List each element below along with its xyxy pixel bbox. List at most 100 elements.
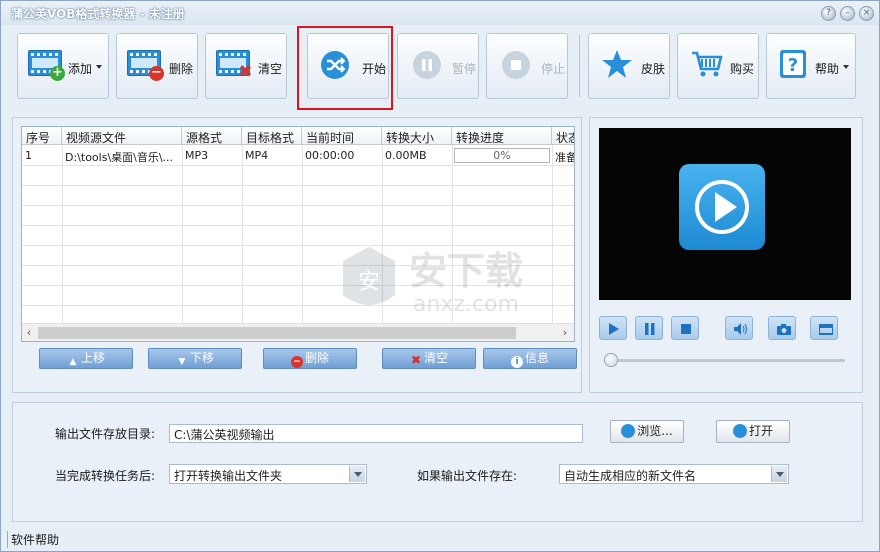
file-exists-select[interactable]: 自动生成相应的新文件名 (559, 464, 789, 484)
plus-icon: + (50, 66, 65, 81)
help-window-button[interactable]: ? (821, 6, 836, 21)
arrow-down-icon: ▼ (178, 357, 186, 367)
cell-dst-format: MP4 (245, 149, 269, 162)
list-clear-button[interactable]: ✖ 清空 (382, 348, 476, 369)
clear-label: 清空 (258, 62, 283, 76)
big-play-icon[interactable] (679, 164, 765, 250)
chevron-down-icon (843, 65, 849, 69)
col-header-progress[interactable]: 转换进度 (452, 127, 552, 145)
video-preview[interactable] (599, 128, 851, 300)
toolbar-separator (579, 35, 580, 97)
delete-label: 删除 (169, 62, 194, 76)
output-dir-field[interactable]: C:\蒲公英视频输出 (169, 424, 583, 443)
info-label: 信息 (524, 351, 549, 365)
col-header-dst-format[interactable]: 目标格式 (242, 127, 302, 145)
close-button[interactable]: × (859, 6, 874, 21)
open-label: 打开 (748, 424, 773, 438)
move-down-label: 下移 (189, 351, 214, 365)
after-task-value: 打开转换输出文件夹 (174, 469, 283, 483)
svg-text:anxz.com: anxz.com (413, 292, 519, 317)
cell-index: 1 (25, 149, 32, 162)
stop-button[interactable]: 停止 (486, 33, 568, 99)
scroll-left-icon[interactable]: ‹ (22, 326, 36, 339)
list-clear-label: 清空 (423, 351, 448, 365)
col-header-src-format[interactable]: 源格式 (182, 127, 242, 145)
cell-status: 准备 (555, 151, 575, 164)
x-icon: ✖ (238, 62, 253, 82)
help-button[interactable]: ? 帮助 (766, 33, 856, 99)
clear-button[interactable]: ✖ 清空 (205, 33, 287, 99)
main-window: 蒲公英VOB格式转换器 - 未注册 ? – × + 添加 − 删除 ✖ 清空 开… (0, 0, 880, 552)
seek-knob[interactable] (604, 353, 618, 367)
start-highlight-box (297, 26, 393, 110)
cell-source: D:\tools\桌面\音乐\... (65, 151, 174, 164)
snapshot-button[interactable] (768, 316, 796, 340)
browse-icon (621, 424, 636, 438)
seek-bar[interactable] (607, 359, 845, 362)
cell-time: 00:00:00 (305, 149, 355, 162)
pause-button[interactable]: 暂停 (397, 33, 479, 99)
scroll-right-icon[interactable]: › (558, 326, 572, 339)
col-header-status[interactable]: 状态 (552, 127, 574, 145)
fullscreen-button[interactable] (810, 316, 838, 340)
chevron-down-icon[interactable] (771, 466, 787, 482)
delete-button[interactable]: − 删除 (116, 33, 198, 99)
svg-text:?: ? (788, 55, 798, 76)
skin-button[interactable]: 皮肤 (588, 33, 670, 99)
buy-button[interactable]: 购买 (677, 33, 759, 99)
stop-icon (502, 51, 530, 79)
buy-label: 购买 (730, 62, 755, 76)
move-up-button[interactable]: ▲ 上移 (39, 348, 133, 369)
output-dir-label: 输出文件存放目录: (55, 427, 156, 441)
stop-label: 停止 (541, 62, 566, 76)
cell-src-format: MP3 (185, 149, 209, 162)
horizontal-scrollbar[interactable]: ‹ › (22, 323, 574, 341)
after-task-select[interactable]: 打开转换输出文件夹 (169, 464, 367, 484)
stop-player-button[interactable] (671, 316, 699, 340)
add-label: 添加 (68, 62, 93, 76)
minus-icon: − (290, 356, 303, 368)
scroll-thumb[interactable] (38, 327, 516, 339)
camera-icon (777, 324, 791, 335)
play-icon (609, 323, 619, 335)
pause-icon (645, 323, 655, 335)
toolbar: + 添加 − 删除 ✖ 清空 开始 暂停 停止 皮肤 购买 ? 帮助 (1, 25, 879, 109)
title-bar: 蒲公英VOB格式转换器 - 未注册 ? – × (1, 1, 879, 25)
col-header-size[interactable]: 转换大小 (382, 127, 452, 145)
add-button[interactable]: + 添加 (17, 33, 109, 99)
volume-icon (734, 323, 747, 335)
arrow-up-icon: ▲ (69, 357, 77, 367)
pause-icon (413, 51, 441, 79)
status-bar-help[interactable]: 软件帮助 (7, 531, 59, 548)
window-title: 蒲公英VOB格式转换器 - 未注册 (11, 7, 185, 21)
move-down-button[interactable]: ▼ 下移 (148, 348, 242, 369)
file-exists-value: 自动生成相应的新文件名 (564, 469, 697, 483)
list-delete-button[interactable]: − 删除 (263, 348, 357, 369)
cart-icon (692, 51, 723, 77)
stop-icon (681, 324, 691, 334)
chevron-down-icon[interactable] (349, 466, 365, 482)
open-button[interactable]: 打开 (716, 420, 790, 443)
help-label: 帮助 (815, 62, 840, 76)
play-button[interactable] (599, 316, 627, 340)
col-header-source[interactable]: 视频源文件 (62, 127, 182, 145)
x-icon: ✖ (410, 353, 422, 367)
minus-icon: − (149, 66, 164, 81)
pause-player-button[interactable] (635, 316, 663, 340)
file-exists-label: 如果输出文件存在: (417, 469, 518, 483)
col-header-index[interactable]: 序号 (22, 127, 62, 145)
star-icon (602, 50, 632, 78)
skin-label: 皮肤 (641, 62, 666, 76)
browse-button[interactable]: 浏览... (610, 420, 684, 443)
minimize-button[interactable]: – (840, 6, 855, 21)
chevron-down-icon (96, 65, 102, 69)
col-header-time[interactable]: 当前时间 (302, 127, 382, 145)
film-reel-icon (732, 424, 747, 438)
volume-button[interactable] (725, 316, 753, 340)
move-up-label: 上移 (80, 351, 105, 365)
list-delete-label: 删除 (304, 351, 329, 365)
info-button[interactable]: i 信息 (483, 348, 577, 369)
pause-label: 暂停 (452, 62, 477, 76)
after-task-label: 当完成转换任务后: (55, 469, 156, 483)
cell-size: 0.00MB (385, 149, 427, 162)
